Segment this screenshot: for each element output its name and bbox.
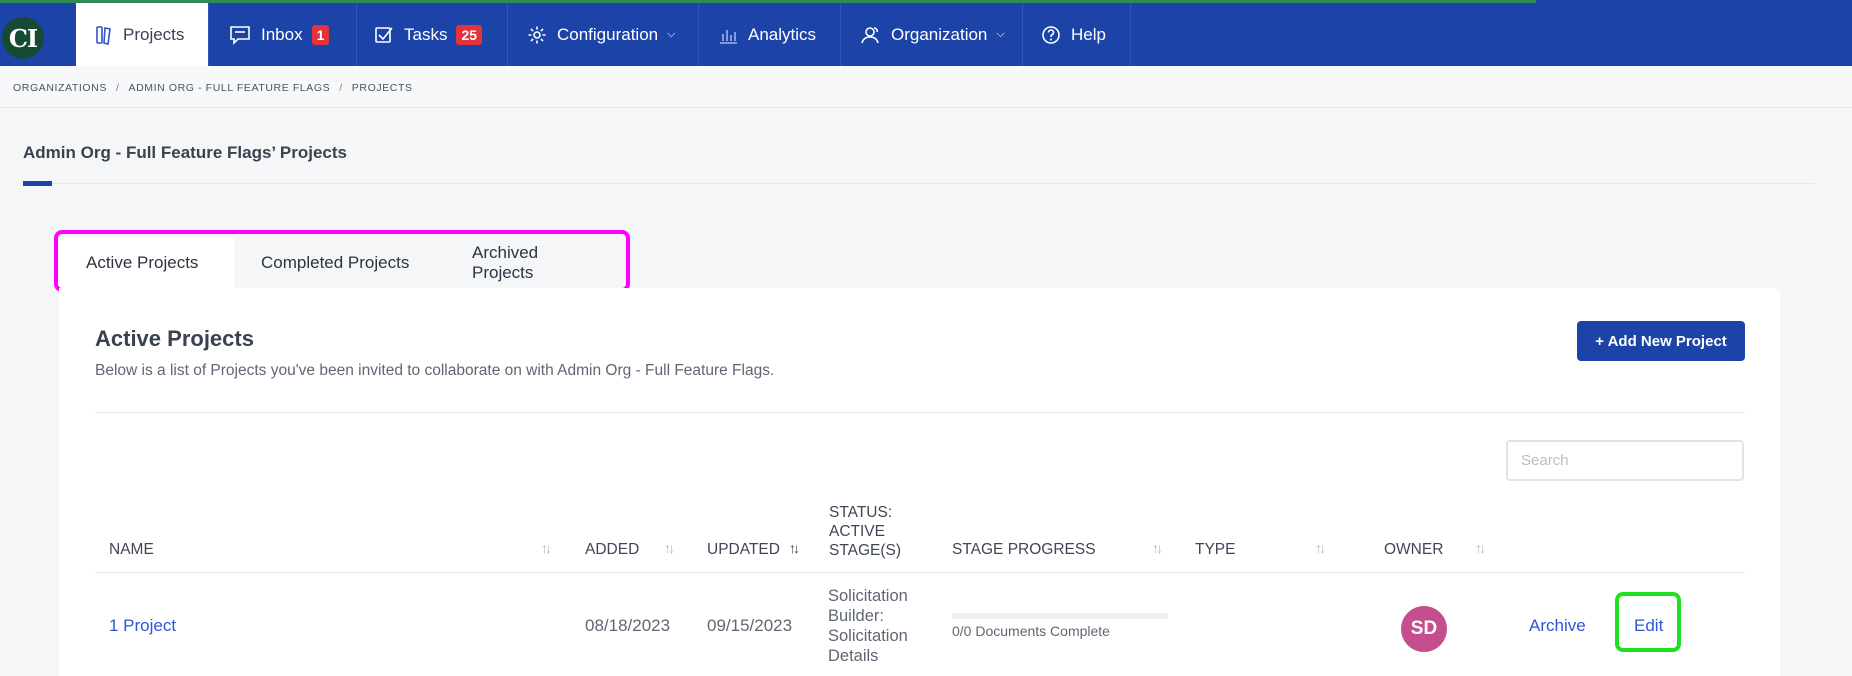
card-title: Active Projects [95, 326, 254, 351]
chevron-down-icon: ⌵ [996, 28, 1005, 40]
tab-completed-projects[interactable]: Completed Projects [234, 238, 447, 288]
inbox-icon [229, 25, 251, 45]
header-line: STATUS: [829, 504, 893, 521]
sort-arrows-icon[interactable]: ↑↓ [1315, 540, 1326, 556]
divider [95, 412, 1745, 413]
nav-item-projects[interactable]: Projects [76, 3, 209, 66]
added-date: 08/18/2023 [585, 616, 671, 635]
header-line: STAGE(S) [829, 542, 902, 559]
divider [95, 572, 1745, 573]
stage-line: Builder: [828, 607, 884, 625]
nav-item-label: Projects [123, 24, 185, 44]
column-header-name[interactable]: NAME [109, 541, 154, 559]
avatar: SD [1401, 606, 1447, 652]
breadcrumb-projects: PROJECTS [351, 82, 413, 94]
tab-archived-projects[interactable]: Archived Projects [447, 238, 627, 288]
breadcrumb: ORGANIZATIONS / ADMIN ORG - FULL FEATURE F… [13, 82, 413, 94]
nav-item-organization[interactable]: Organization ⌵ [841, 3, 1023, 66]
breadcrumb-organizations[interactable]: ORGANIZATIONS [13, 82, 107, 94]
nav-item-configuration[interactable]: Configuration ⌵ [508, 3, 699, 66]
breadcrumb-organization[interactable]: ADMIN ORG - FULL FEATURE FLAGS [128, 82, 330, 94]
sort-arrows-icon[interactable]: ↑↓ [664, 540, 675, 556]
project-name-link[interactable]: 1 Project [109, 616, 176, 636]
stage-line: Solicitation [828, 587, 908, 605]
nav-item-label: Inbox [261, 24, 303, 44]
stage-line: Details [828, 647, 879, 665]
title-accent-bar [23, 181, 52, 186]
active-projects-card: Active Projects Below is a list of Proje… [59, 288, 1780, 676]
stage-progress-bar [952, 613, 1168, 619]
sort-arrows-icon[interactable]: ↑↓ [541, 540, 552, 556]
nav-item-label: Analytics [748, 24, 817, 44]
stage-line: Solicitation [828, 627, 908, 645]
column-header-type[interactable]: TYPE [1195, 541, 1235, 559]
column-header-added[interactable]: ADDED [585, 541, 639, 559]
sort-arrows-icon[interactable]: ↑↓ [1475, 540, 1486, 556]
breadcrumb-separator: / [115, 82, 120, 94]
column-header-stage-progress[interactable]: STAGE PROGRESS [952, 541, 1096, 559]
header-line: ACTIVE [829, 523, 885, 540]
nav-item-analytics[interactable]: Analytics [699, 3, 841, 66]
nav-item-label: Tasks [404, 24, 448, 44]
tasks-count-badge: 25 [456, 24, 483, 45]
gear-icon [527, 25, 547, 45]
bar-chart-icon [718, 25, 738, 45]
tab-active-projects[interactable]: Active Projects [59, 238, 234, 288]
inbox-count-badge: 1 [311, 24, 330, 45]
nav-item-label: Configuration [557, 24, 659, 44]
page-title: Admin Org - Full Feature Flags’ Projects [23, 143, 348, 162]
nav-item-label: Help [1071, 24, 1106, 44]
column-header-owner[interactable]: OWNER [1384, 541, 1443, 559]
card-subtitle: Below is a list of Projects you've been … [95, 362, 775, 379]
tasks-checkbox-icon [374, 25, 394, 45]
sort-arrows-icon[interactable]: ↑↓ [1152, 540, 1163, 556]
add-new-project-button[interactable]: + Add New Project [1577, 321, 1745, 361]
column-header-updated[interactable]: UPDATED [707, 541, 780, 559]
project-tabs: Active Projects Completed Projects Archi… [59, 238, 627, 288]
projects-icon [95, 25, 113, 45]
search-input[interactable] [1506, 440, 1744, 481]
nav-item-label: Organization [891, 24, 988, 44]
divider [23, 183, 1815, 184]
users-icon [859, 25, 881, 45]
active-stage: Solicitation Builder: Solicitation Detai… [828, 586, 908, 666]
column-header-status[interactable]: STATUS: ACTIVE STAGE(S) [829, 503, 901, 560]
sort-arrows-icon[interactable]: ↑↓ [789, 540, 800, 556]
edit-highlight-box [1615, 592, 1681, 652]
app-logo[interactable]: CI [2, 17, 44, 59]
updated-date: 09/15/2023 [707, 616, 793, 635]
archive-link[interactable]: Archive [1529, 616, 1586, 636]
breadcrumb-separator: / [339, 82, 343, 94]
top-nav: CI Projects Inbox 1 Tasks 25 Configurati… [0, 0, 1852, 66]
help-circle-icon [1041, 25, 1061, 45]
breadcrumb-bar: ORGANIZATIONS / ADMIN ORG - FULL FEATURE F… [0, 66, 1852, 108]
nav-item-inbox[interactable]: Inbox 1 [209, 3, 357, 66]
chevron-down-icon: ⌵ [667, 28, 676, 40]
nav-item-tasks[interactable]: Tasks 25 [357, 3, 508, 66]
stage-progress-label: 0/0 Documents Complete [952, 623, 1110, 639]
nav-item-help[interactable]: Help [1023, 3, 1131, 66]
